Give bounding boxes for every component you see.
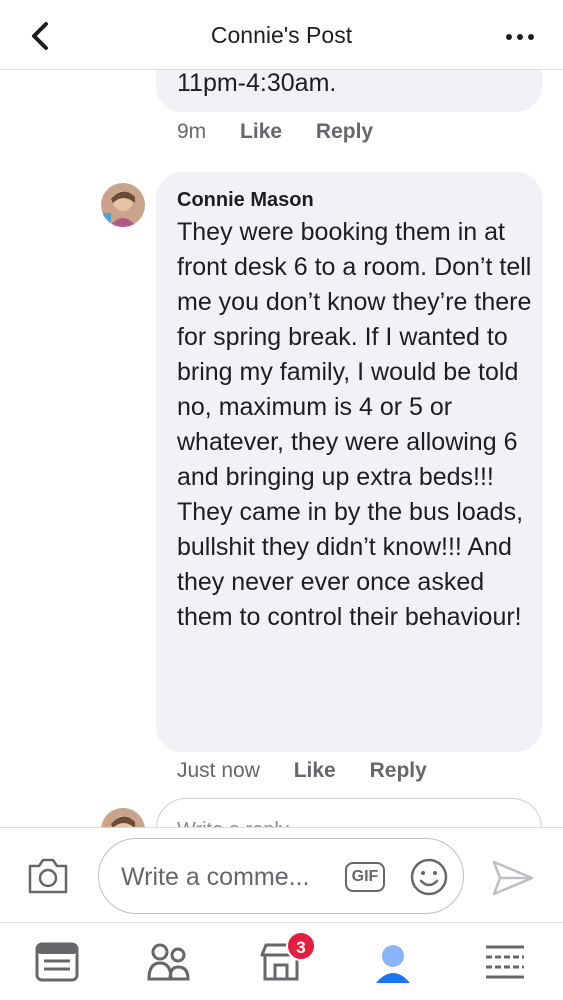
send-button[interactable]: [490, 858, 536, 898]
comment-bubble: 11pm-4:30am.: [156, 70, 542, 112]
comment-input[interactable]: Write a comme... GIF: [98, 838, 464, 914]
send-icon: [492, 860, 534, 896]
menu-icon: [486, 945, 524, 979]
profile-photo-icon: [101, 183, 145, 227]
comment-author[interactable]: Connie Mason: [177, 189, 314, 212]
comment-time: 9m: [177, 120, 207, 143]
reply-input[interactable]: Write a reply...: [156, 798, 542, 827]
marketplace-badge: 3: [286, 931, 316, 961]
comment-bubble: Connie Mason They were booking them in a…: [156, 172, 542, 752]
reply-button[interactable]: Reply: [316, 120, 373, 143]
comment-actions: Just now Like Reply: [177, 759, 427, 783]
like-button[interactable]: Like: [294, 759, 336, 782]
comment-text: 11pm-4:30am.: [177, 70, 337, 97]
gif-button[interactable]: GIF: [345, 862, 385, 892]
bottom-tab-bar: 3: [0, 922, 563, 1000]
profile-photo-icon: [101, 808, 145, 827]
comment-time: Just now: [177, 759, 260, 782]
groups-icon: [147, 943, 190, 981]
tab-groups[interactable]: [146, 941, 192, 983]
comment-placeholder: Write a comme...: [121, 863, 310, 891]
comment-actions: 9m Like Reply: [177, 120, 373, 144]
tab-news-feed[interactable]: [34, 941, 80, 983]
tab-profile[interactable]: [370, 941, 416, 983]
tab-menu[interactable]: [482, 941, 528, 983]
reply-placeholder: Write a reply...: [177, 819, 304, 827]
more-options-button[interactable]: [505, 30, 535, 42]
emoji-icon: [410, 858, 448, 896]
top-bar: Connie's Post: [0, 0, 563, 70]
comment-text: They were booking them in at front desk …: [177, 218, 532, 631]
avatar[interactable]: [101, 183, 145, 227]
camera-icon: [28, 858, 68, 894]
comments-feed[interactable]: 11pm-4:30am. 9m Like Reply Connie Mason …: [0, 70, 563, 827]
more-horizontal-icon: [506, 34, 534, 40]
like-button[interactable]: Like: [240, 120, 282, 143]
profile-icon: [376, 945, 410, 983]
camera-button[interactable]: [26, 856, 70, 896]
emoji-button[interactable]: [409, 857, 449, 897]
reply-button[interactable]: Reply: [370, 759, 427, 782]
comment-composer: Write a comme... GIF: [0, 827, 563, 922]
avatar: [101, 808, 145, 827]
news-feed-icon: [35, 942, 79, 982]
page-title: Connie's Post: [210, 22, 353, 48]
